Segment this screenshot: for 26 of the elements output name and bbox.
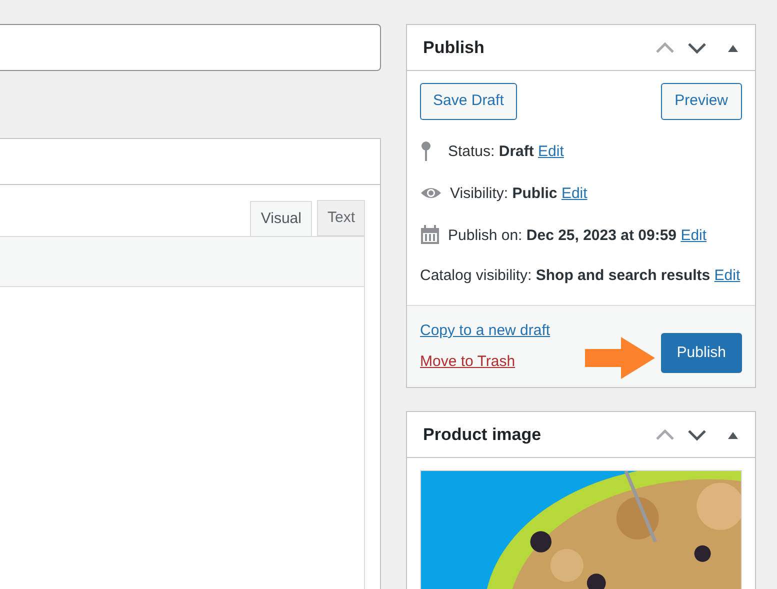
box-title: Product image	[423, 424, 542, 446]
edit-link[interactable]: Edit	[680, 226, 707, 244]
trash-link[interactable]: Move to Trash	[420, 350, 516, 373]
eye-icon	[420, 186, 442, 200]
edit-link[interactable]: Edit	[714, 267, 740, 284]
triangle-up-icon[interactable]	[727, 430, 739, 438]
meta-text: Visibility: Public Edit	[450, 184, 588, 204]
editor-tab[interactable]: Text	[317, 200, 365, 236]
title-field[interactable]	[0, 24, 381, 71]
chevron-down-icon[interactable]	[687, 42, 707, 54]
edit-link[interactable]: Edit	[561, 184, 588, 202]
triangle-up-icon[interactable]	[727, 44, 739, 52]
meta-text: Publish on: Dec 25, 2023 at 09:59 Edit	[448, 226, 707, 246]
meta-text: Catalog visibility: Shop and search results Edit	[420, 267, 740, 284]
box-title: Publish	[423, 36, 486, 59]
chevron-down-icon[interactable]	[687, 428, 707, 440]
arrow-icon	[584, 337, 655, 379]
editor-tab[interactable]: Visual	[250, 201, 312, 237]
publish-button[interactable]: Publish	[660, 333, 742, 373]
save-draft-button[interactable]: Save Draft	[420, 83, 517, 120]
pin-icon	[420, 141, 432, 161]
edit-link[interactable]: Edit	[538, 142, 564, 160]
copy-draft-link[interactable]: Copy to a new draft	[420, 320, 550, 342]
meta-text: Status: Draft Edit	[448, 142, 564, 162]
calendar-icon	[420, 225, 440, 245]
preview-button[interactable]: Preview	[660, 83, 742, 120]
